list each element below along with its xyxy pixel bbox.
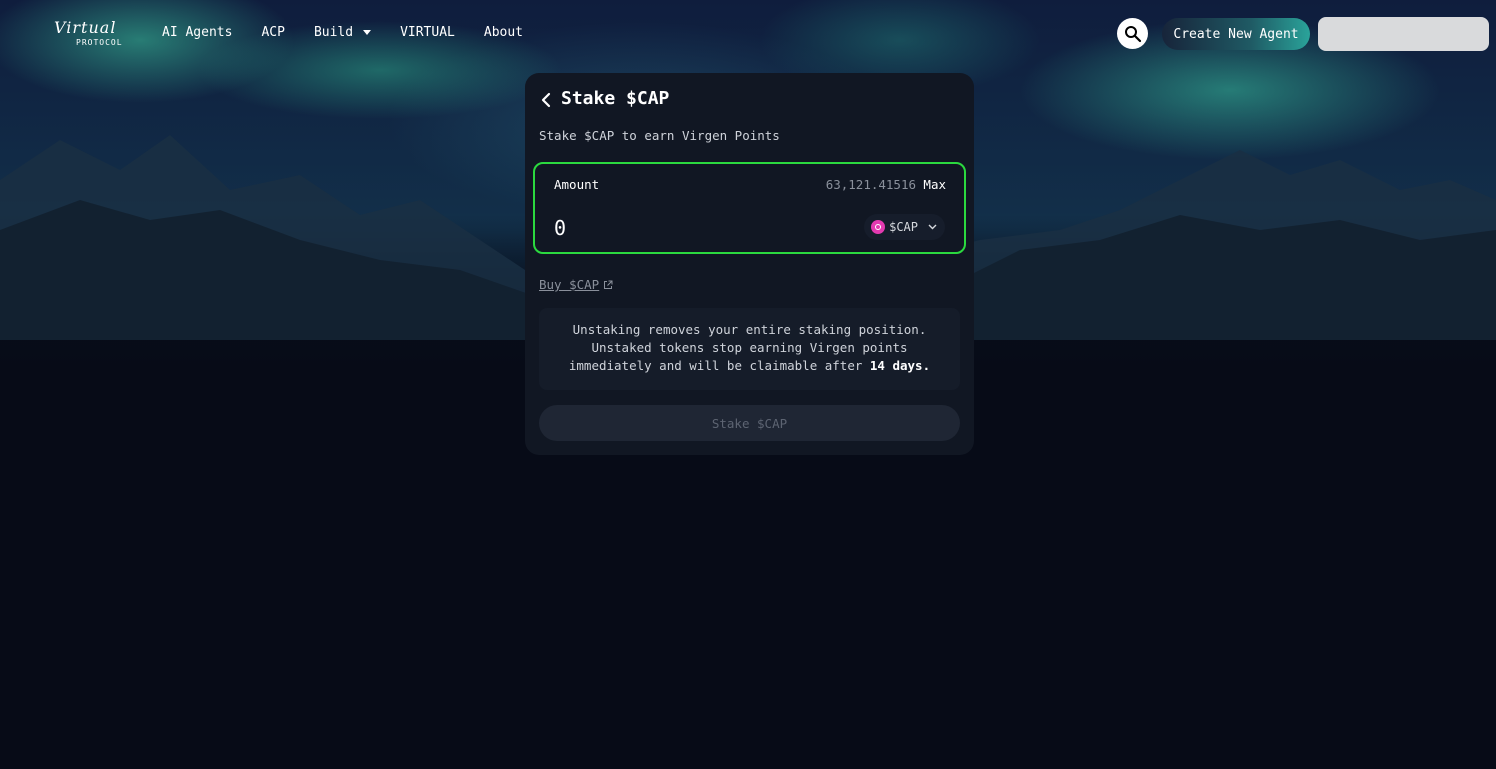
notice-line-1: Unstaking removes your entire staking po… bbox=[572, 322, 927, 337]
cap-token-icon bbox=[871, 220, 886, 234]
search-button[interactable] bbox=[1117, 18, 1148, 49]
amount-panel: Amount 63,121.41516 Max $CAP bbox=[533, 162, 966, 254]
top-nav: Virtual PROTOCOL AI Agents ACP Build VIR… bbox=[0, 0, 1496, 68]
token-balance: 63,121.41516 bbox=[825, 177, 916, 192]
nav-link-about[interactable]: About bbox=[484, 25, 523, 40]
notice-days: 14 days. bbox=[869, 358, 931, 373]
buy-cap-link[interactable]: Buy $CAP bbox=[539, 277, 613, 292]
buy-cap-label: Buy $CAP bbox=[539, 277, 600, 292]
external-link-icon bbox=[604, 280, 613, 289]
page-subtitle: Stake $CAP to earn Virgen Points bbox=[539, 128, 780, 143]
nav-link-virtual[interactable]: VIRTUAL bbox=[400, 25, 455, 40]
virtual-protocol-logo[interactable]: Virtual PROTOCOL bbox=[54, 18, 138, 48]
amount-input[interactable] bbox=[554, 214, 834, 242]
logo-script: Virtual bbox=[54, 18, 117, 37]
notice-line-2: Unstaked tokens stop earning Virgen poin… bbox=[591, 340, 908, 355]
page-title: Stake $CAP bbox=[561, 88, 670, 109]
chevron-left-icon[interactable] bbox=[539, 91, 553, 109]
unstake-notice: Unstaking removes your entire staking po… bbox=[539, 308, 960, 390]
token-select[interactable]: $CAP bbox=[864, 214, 945, 240]
stake-card: Stake $CAP Stake $CAP to earn Virgen Poi… bbox=[525, 73, 974, 455]
stake-button[interactable]: Stake $CAP bbox=[539, 405, 960, 441]
amount-label: Amount bbox=[554, 177, 600, 192]
max-button[interactable]: Max bbox=[923, 177, 946, 192]
chevron-down-icon bbox=[928, 224, 937, 230]
nav-link-build[interactable]: Build bbox=[313, 25, 372, 40]
nav-link-build-label: Build bbox=[313, 25, 354, 40]
nav-links: AI Agents ACP Build VIRTUAL About bbox=[162, 25, 552, 40]
create-new-agent-button[interactable]: Create New Agent bbox=[1162, 18, 1310, 50]
nav-link-ai-agents[interactable]: AI Agents bbox=[162, 25, 232, 40]
token-select-label: $CAP bbox=[889, 220, 918, 234]
search-icon bbox=[1124, 25, 1141, 42]
notice-line-3: immediately and will be claimable after … bbox=[568, 358, 931, 373]
logo-subtitle: PROTOCOL bbox=[76, 38, 123, 47]
nav-link-acp[interactable]: ACP bbox=[261, 25, 284, 40]
wallet-button[interactable] bbox=[1318, 17, 1489, 51]
caret-down-icon bbox=[363, 30, 372, 35]
